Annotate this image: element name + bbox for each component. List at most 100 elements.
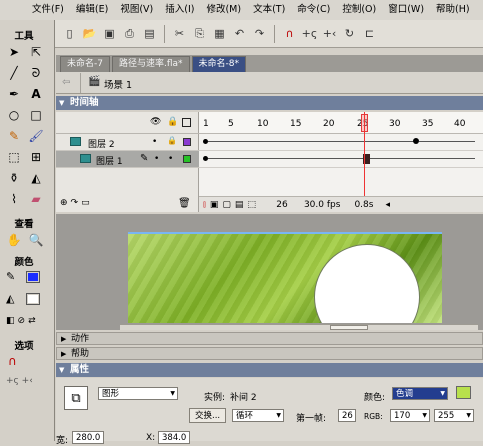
add-guide-icon[interactable]: ↷ bbox=[71, 198, 79, 208]
swap-colors-icon[interactable]: ⇄ bbox=[28, 316, 36, 326]
onion-markers-icon[interactable]: ⬚ bbox=[247, 200, 256, 210]
layer-header: 👁 🔒 bbox=[56, 112, 199, 134]
delete-layer-icon[interactable]: 🗑 bbox=[178, 198, 191, 209]
red-input[interactable]: 170 bbox=[390, 409, 430, 422]
eye-icon[interactable]: 👁 bbox=[150, 117, 161, 127]
width-input[interactable]: 280.0 bbox=[72, 431, 104, 444]
print-icon[interactable]: ⎙ bbox=[121, 25, 138, 42]
menu-edit[interactable]: 编辑(E) bbox=[70, 0, 114, 20]
menu-view[interactable]: 视图(V) bbox=[114, 0, 159, 20]
center-frame-icon[interactable]: ⫾ bbox=[203, 200, 206, 210]
x-input[interactable]: 384.0 bbox=[158, 431, 190, 444]
layer-lock-dot[interactable]: • bbox=[168, 154, 173, 164]
lasso-tool-icon[interactable]: ᘐ bbox=[26, 63, 46, 83]
frame-ruler[interactable]: 1 5 10 15 20 25 30 35 40 bbox=[199, 112, 483, 134]
open-folder-icon[interactable]: 📂 bbox=[81, 25, 98, 42]
doc-tab-3[interactable]: 未命名-8* bbox=[191, 56, 247, 72]
layer-visible-dot[interactable]: • bbox=[154, 154, 159, 164]
new-file-icon[interactable]: ▯ bbox=[61, 25, 78, 42]
arrow-tool-icon[interactable]: ➤ bbox=[4, 42, 24, 62]
properties-panel-header[interactable]: 属性 bbox=[56, 363, 483, 377]
menu-file[interactable]: 文件(F) bbox=[26, 0, 70, 20]
swap-button[interactable]: 交换... bbox=[189, 408, 227, 423]
menu-modify[interactable]: 修改(M) bbox=[200, 0, 247, 20]
snap-magnet-icon[interactable]: ∩ bbox=[8, 354, 17, 368]
edit-multiple-icon[interactable]: ▤ bbox=[235, 200, 244, 210]
add-layer-icon[interactable]: ⊕ bbox=[60, 198, 68, 208]
copy-icon[interactable]: ⎘ bbox=[191, 25, 208, 42]
outline-icon[interactable] bbox=[182, 118, 191, 127]
layer-row[interactable]: 图层 2 • 🔒 bbox=[56, 134, 199, 151]
color-effect-dropdown[interactable]: 色调 bbox=[392, 387, 448, 400]
smooth-option-icon[interactable]: +ς +‹ bbox=[6, 376, 33, 386]
default-colors-icon[interactable]: ◧ bbox=[6, 316, 15, 326]
subselect-tool-icon[interactable]: ⇱ bbox=[26, 42, 46, 62]
frames-row[interactable] bbox=[199, 134, 483, 151]
pen-tool-icon[interactable]: ✒ bbox=[4, 84, 24, 104]
first-frame-label: 第一帧: bbox=[296, 414, 327, 424]
smooth-icon[interactable]: +ς bbox=[301, 25, 318, 42]
scene-name[interactable]: 场景 1 bbox=[104, 77, 132, 91]
layer-row-selected[interactable]: 图层 1 ✎ • • bbox=[56, 151, 199, 168]
layer-name[interactable]: 图层 1 bbox=[96, 154, 123, 167]
pencil-tool-icon[interactable]: ✎ bbox=[4, 126, 24, 146]
no-color-icon[interactable]: ⊘ bbox=[18, 316, 26, 326]
timeline-header[interactable]: 时间轴 bbox=[56, 96, 483, 110]
rotate-icon[interactable]: ↻ bbox=[341, 25, 358, 42]
menu-help[interactable]: 帮助(H) bbox=[430, 0, 476, 20]
layer-lock-icon[interactable]: 🔒 bbox=[167, 136, 177, 145]
ink-bottle-tool-icon[interactable]: ⚱ bbox=[4, 168, 24, 188]
menu-insert[interactable]: 插入(I) bbox=[159, 0, 200, 20]
paste-icon[interactable]: ▦ bbox=[211, 25, 228, 42]
help-panel-header[interactable]: ▶ 帮助 bbox=[56, 347, 483, 360]
onion-skin-icon[interactable]: ▣ bbox=[210, 200, 219, 210]
scale-icon[interactable]: ⊏ bbox=[361, 25, 378, 42]
rectangle-tool-icon[interactable]: □ bbox=[26, 105, 46, 125]
frames-row[interactable] bbox=[199, 151, 483, 168]
print-preview-icon[interactable]: ▤ bbox=[141, 25, 158, 42]
eraser-tool-icon[interactable]: ▰ bbox=[26, 189, 46, 209]
brush-tool-icon[interactable]: 🖌 bbox=[26, 126, 46, 146]
layer-color-swatch[interactable] bbox=[183, 155, 191, 163]
line-tool-icon[interactable]: ╱ bbox=[4, 63, 24, 83]
free-transform-tool-icon[interactable]: ⬚ bbox=[4, 147, 24, 167]
layer-color-swatch[interactable] bbox=[183, 138, 191, 146]
scroll-left-arrow-icon[interactable]: ◂ bbox=[385, 200, 390, 210]
symbol-type-dropdown[interactable]: 图形 bbox=[98, 387, 178, 400]
hand-tool-icon[interactable]: ✋ bbox=[4, 230, 24, 250]
doc-tab-1[interactable]: 未命名-7 bbox=[60, 56, 110, 72]
doc-tab-2[interactable]: 路径与速率.fla* bbox=[111, 56, 190, 72]
actions-panel-header[interactable]: ▶ 动作 bbox=[56, 332, 483, 345]
fill-color-swatch[interactable] bbox=[26, 293, 40, 305]
back-arrow-icon[interactable]: ⇦ bbox=[62, 77, 70, 88]
layer-name[interactable]: 图层 2 bbox=[88, 137, 115, 150]
paint-bucket-tool-icon[interactable]: ◭ bbox=[26, 168, 46, 188]
straighten-icon[interactable]: +‹ bbox=[321, 25, 338, 42]
menu-bar: 文件(F) 编辑(E) 视图(V) 插入(I) 修改(M) 文本(T) 命令(C… bbox=[0, 0, 483, 20]
menu-text[interactable]: 文本(T) bbox=[247, 0, 291, 20]
add-folder-icon[interactable]: ▭ bbox=[81, 198, 90, 208]
eyedropper-tool-icon[interactable]: ⌇ bbox=[4, 189, 24, 209]
green-input[interactable]: 255 bbox=[434, 409, 474, 422]
stroke-color-swatch[interactable] bbox=[26, 271, 40, 283]
menu-commands[interactable]: 命令(C) bbox=[291, 0, 336, 20]
oval-tool-icon[interactable]: ○ bbox=[4, 105, 24, 125]
menu-control[interactable]: 控制(O) bbox=[336, 0, 382, 20]
zoom-tool-icon[interactable]: 🔍 bbox=[26, 230, 46, 250]
fill-transform-tool-icon[interactable]: ⊞ bbox=[26, 147, 46, 167]
magnet-icon[interactable]: ∩ bbox=[281, 25, 298, 42]
cut-icon[interactable]: ✂ bbox=[171, 25, 188, 42]
first-frame-input[interactable]: 26 bbox=[338, 409, 356, 422]
layer-visible-dot[interactable]: • bbox=[152, 137, 157, 147]
bottom-panels: ▶ 动作 ▶ 帮助 属性 ⧉ 图形 实例: 补间 2 交换... 循环 第一帧:… bbox=[56, 330, 483, 446]
lock-icon[interactable]: 🔒 bbox=[167, 117, 178, 127]
text-tool-icon[interactable]: A bbox=[26, 84, 46, 104]
save-icon[interactable]: ▣ bbox=[101, 25, 118, 42]
stage-canvas[interactable] bbox=[128, 232, 442, 323]
onion-outline-icon[interactable]: ▢ bbox=[222, 200, 231, 210]
loop-dropdown[interactable]: 循环 bbox=[232, 409, 284, 422]
tint-color-swatch[interactable] bbox=[456, 386, 471, 399]
undo-icon[interactable]: ↶ bbox=[231, 25, 248, 42]
menu-window[interactable]: 窗口(W) bbox=[382, 0, 430, 20]
redo-icon[interactable]: ↷ bbox=[251, 25, 268, 42]
